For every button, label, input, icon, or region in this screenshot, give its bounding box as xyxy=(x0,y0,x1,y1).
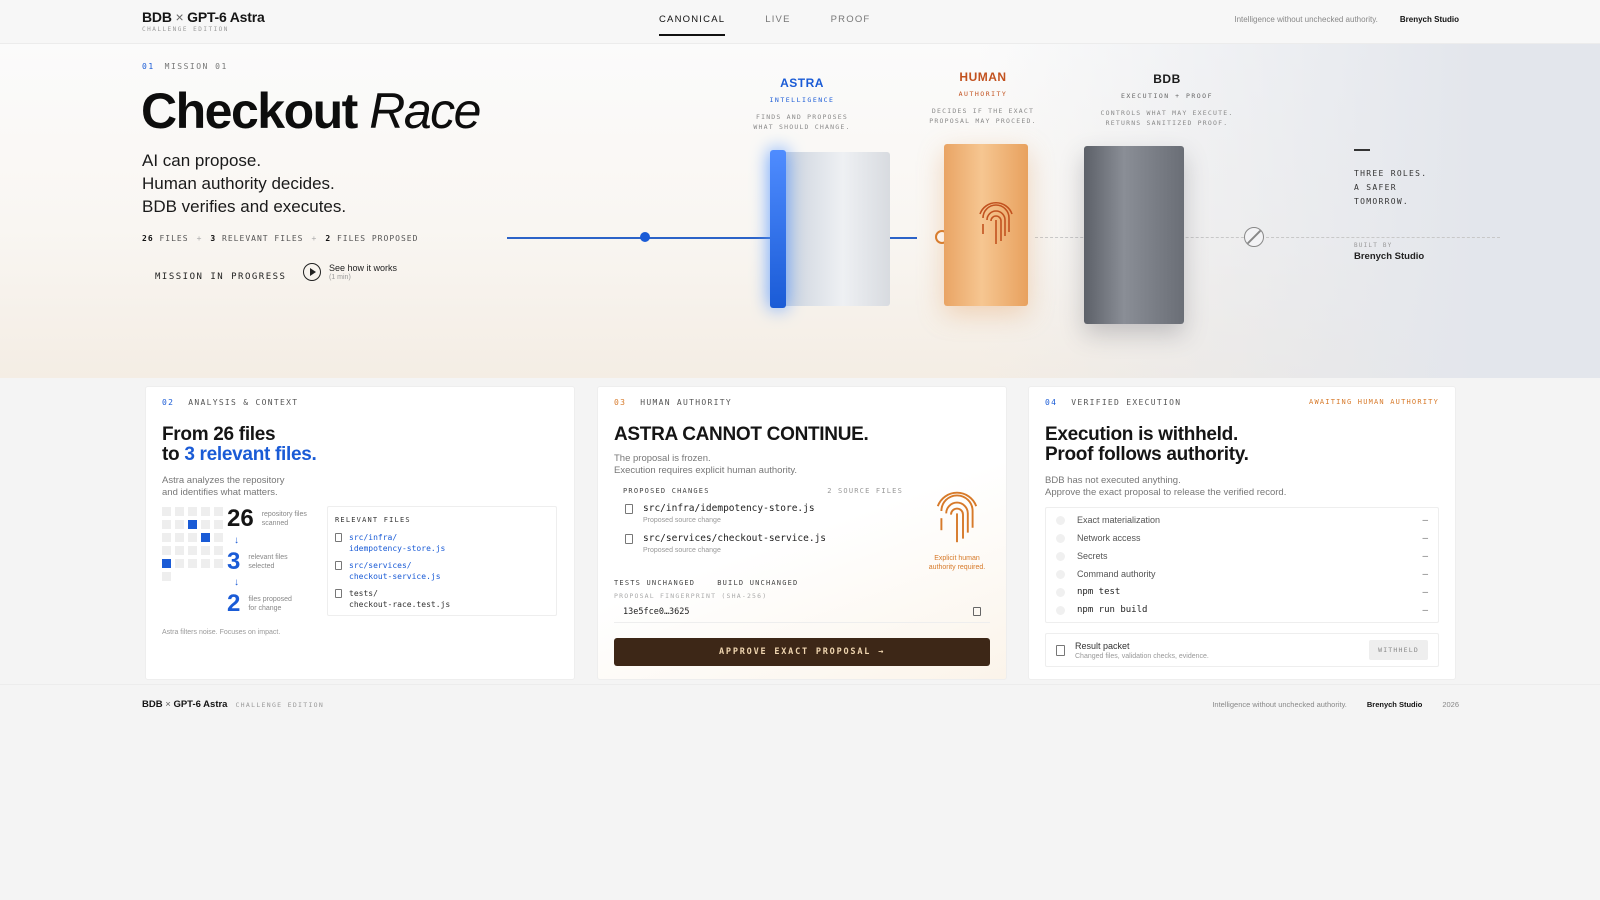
execution-checks: Exact materialization – Network access – S… xyxy=(1045,507,1439,623)
hero-section: 01 MISSION 01 Checkout Race AI can propos… xyxy=(0,44,1600,378)
analysis-card: 02 ANALYSIS & CONTEXT From 26 files to 3 r… xyxy=(145,386,575,680)
card-kicker: 02 ANALYSIS & CONTEXT xyxy=(162,398,299,407)
card-heading: ASTRA CANNOT CONTINUE. xyxy=(614,424,869,445)
play-label: See how it works xyxy=(329,263,398,273)
progress-handle[interactable] xyxy=(640,232,650,242)
tab-canonical[interactable]: CANONICAL xyxy=(659,14,726,36)
play-icon xyxy=(303,263,321,281)
page-title: Checkout Race xyxy=(141,83,481,139)
tab-live[interactable]: LIVE xyxy=(765,14,790,36)
role-bdb: BDB EXECUTION + PROOF CONTROLS WHAT MAY … xyxy=(1100,72,1234,127)
file-icon xyxy=(1056,645,1065,656)
bdb-block xyxy=(1084,146,1184,324)
see-how-button[interactable]: See how it works (1 min) xyxy=(303,263,397,281)
relevant-file[interactable]: tests/checkout-race.test.js xyxy=(335,588,549,610)
page-footer: BDB × GPT-6 Astra CHALLENGE EDITION Intel… xyxy=(0,684,1600,722)
copy-icon[interactable] xyxy=(973,607,981,616)
top-header: BDB × GPT-6 Astra CHALLENGE EDITION CANO… xyxy=(0,0,1600,44)
file-icon xyxy=(335,533,342,542)
role-human: HUMAN AUTHORITY DECIDES IF THE EXACT PROP… xyxy=(929,70,1037,125)
built-by-studio[interactable]: Brenych Studio xyxy=(1354,251,1424,262)
result-packet: Result packet Changed files, validation c… xyxy=(1045,633,1439,667)
fingerprint-label: PROPOSAL FINGERPRINT (SHA-256) xyxy=(614,592,768,600)
astra-block xyxy=(772,152,890,306)
human-fingerprint-badge: Explicit human authority required. xyxy=(917,487,997,572)
relevant-files-panel: RELEVANT FILES src/infra/idempotency-sto… xyxy=(327,506,557,616)
withheld-button[interactable]: WITHHELD xyxy=(1369,640,1428,660)
human-authority-card: 03 HUMAN AUTHORITY ASTRA CANNOT CONTINUE.… xyxy=(597,386,1007,680)
footer-tagline: Intelligence without unchecked authority… xyxy=(1212,700,1347,709)
check-row: Command authority – xyxy=(1056,565,1428,583)
unchanged-flags: TESTS UNCHANGED BUILD UNCHANGED xyxy=(614,579,799,587)
file-icon xyxy=(335,561,342,570)
hero-tagline: AI can propose. Human authority decides. B… xyxy=(142,151,347,216)
relevant-file[interactable]: src/services/checkout-service.js xyxy=(335,560,549,582)
hero-glow xyxy=(980,44,1600,378)
card-description: The proposal is frozen. Execution require… xyxy=(614,453,798,476)
footer-meta: Intelligence without unchecked authority… xyxy=(1212,700,1459,709)
fingerprint-icon xyxy=(936,491,978,543)
approve-proposal-button[interactable]: APPROVE EXACT PROPOSAL → xyxy=(614,638,990,666)
header-meta: Intelligence without unchecked authority… xyxy=(1234,15,1459,24)
edition-label: CHALLENGE EDITION xyxy=(142,26,229,33)
fingerprint-icon xyxy=(979,202,1013,244)
astra-glow-edge xyxy=(770,150,786,308)
card-kicker: 04 VERIFIED EXECUTION xyxy=(1045,398,1182,407)
play-duration: (1 min) xyxy=(329,274,351,281)
proposed-changes-header: PROPOSED CHANGES 2 SOURCE FILES xyxy=(623,487,903,495)
nav-tabs: CANONICAL LIVE PROOF xyxy=(659,14,870,36)
check-row: npm test – xyxy=(1056,583,1428,601)
footer-studio-link[interactable]: Brenych Studio xyxy=(1367,700,1422,709)
check-row: Secrets – xyxy=(1056,547,1428,565)
file-icon xyxy=(625,534,633,544)
mission-kicker: 01 MISSION 01 xyxy=(142,62,228,71)
card-kicker: 03 HUMAN AUTHORITY xyxy=(614,398,732,407)
check-row: Network access – xyxy=(1056,529,1428,547)
file-grid xyxy=(162,507,236,581)
card-description: Astra analyzes the repository and identif… xyxy=(162,475,285,498)
footer-brand[interactable]: BDB × GPT-6 Astra CHALLENGE EDITION xyxy=(142,699,324,710)
check-row: Exact materialization – xyxy=(1056,511,1428,529)
tab-proof[interactable]: PROOF xyxy=(831,14,871,36)
role-astra: ASTRA INTELLIGENCE FINDS AND PROPOSES WHA… xyxy=(753,76,851,131)
card-heading: From 26 files to 3 relevant files. xyxy=(162,424,317,465)
arrow-icon: ↓ xyxy=(234,535,239,546)
brand-title: BDB × GPT-6 Astra xyxy=(142,9,265,25)
stat-proposed: 2 files proposed for change xyxy=(227,590,292,617)
status-badge: AWAITING HUMAN AUTHORITY xyxy=(1309,398,1439,406)
fingerprint-value: 13e5fce0…3625 xyxy=(614,601,990,623)
card-heading: Execution is withheld. Proof follows auth… xyxy=(1045,424,1249,465)
relevant-file[interactable]: src/infra/idempotency-store.js xyxy=(335,532,549,554)
arrow-icon: ↓ xyxy=(234,577,239,588)
footer-year: 2026 xyxy=(1442,700,1459,709)
check-row: npm run build – xyxy=(1056,601,1428,619)
file-icon xyxy=(625,504,633,514)
file-stats: 26 FILES +3 RELEVANT FILES +2 FILES PROPOS… xyxy=(142,234,419,243)
three-roles-note: THREE ROLES. A SAFER TOMORROW. xyxy=(1354,149,1427,209)
relevant-files-title: RELEVANT FILES xyxy=(335,516,411,524)
mission-status: MISSION IN PROGRESS xyxy=(155,272,287,282)
verified-execution-card: 04 VERIFIED EXECUTION AWAITING HUMAN AUTH… xyxy=(1028,386,1456,680)
blocked-icon xyxy=(1244,227,1264,247)
stat-selected: 3 relevant files selected xyxy=(227,548,288,575)
built-by: BUILT BY Brenych Studio xyxy=(1354,242,1425,262)
card-description: BDB has not executed anything. Approve th… xyxy=(1045,475,1287,498)
header-studio-link[interactable]: Brenych Studio xyxy=(1400,15,1459,24)
card-footnote: Astra filters noise. Focuses on impact. xyxy=(162,629,281,636)
stat-scanned: 26 repository files scanned xyxy=(227,505,307,532)
file-icon xyxy=(335,589,342,598)
header-tagline: Intelligence without unchecked authority… xyxy=(1234,15,1378,24)
brand-logo[interactable]: BDB × GPT-6 Astra CHALLENGE EDITION xyxy=(142,9,265,33)
